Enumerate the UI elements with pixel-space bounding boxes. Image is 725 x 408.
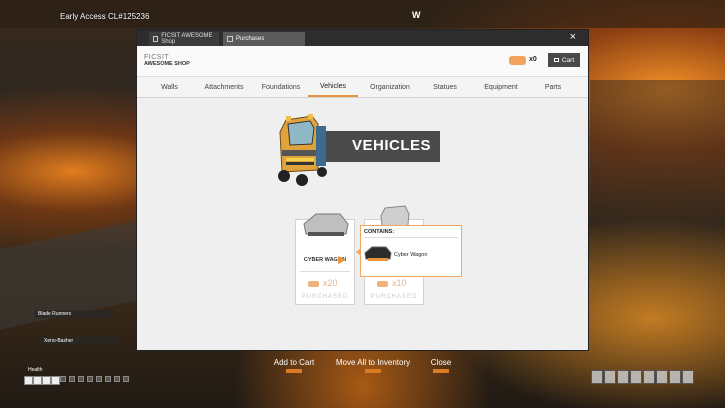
window-titlebar: FICSIT AWESOME Shop Purchases ×: [137, 30, 588, 46]
add-to-cart-label: Add to Cart: [273, 358, 315, 367]
build-version-label: Early Access CL#125236: [60, 12, 150, 21]
health-segment: [24, 376, 33, 385]
cyber-wagon-icon: [364, 246, 392, 261]
health-segment: [87, 376, 93, 382]
tab-awesome-shop-label: FICSIT AWESOME Shop: [161, 33, 213, 45]
category-walls[interactable]: Walls: [147, 77, 192, 97]
arrow-right-icon: [338, 256, 346, 264]
health-segment: [123, 376, 129, 382]
teammate-name-2: Xeno-Basher: [40, 337, 120, 345]
health-segment: [96, 376, 102, 382]
key-hint-icon: [286, 369, 302, 373]
coupon-icon: [509, 56, 526, 65]
health-segment: [51, 376, 60, 385]
category-foundations[interactable]: Foundations: [256, 77, 306, 97]
tab-purchases[interactable]: Purchases: [223, 32, 305, 46]
contains-tooltip: CONTAINS: Cyber Wagon: [356, 225, 462, 277]
hotbar-slot[interactable]: [656, 370, 668, 384]
key-hint-icon: [433, 369, 449, 373]
ficsit-logo: FICSIT AWESOME SHOP: [144, 54, 190, 68]
hotbar-slot[interactable]: [682, 370, 694, 384]
player-hud: Blade Runners Xeno-Basher Health: [6, 310, 136, 400]
coupon-count: x0: [529, 56, 537, 63]
category-statues[interactable]: Statues: [423, 77, 467, 97]
health-segment: [114, 376, 120, 382]
tab-purchases-label: Purchases: [236, 36, 265, 42]
add-to-cart-button[interactable]: Add to Cart: [266, 358, 322, 373]
category-parts[interactable]: Parts: [533, 77, 573, 97]
category-equipment[interactable]: Equipment: [476, 77, 526, 97]
hotbar: [589, 358, 705, 398]
category-organization[interactable]: Organization: [365, 77, 415, 97]
card-status: PURCHASED: [370, 294, 418, 300]
health-segment: [69, 376, 75, 382]
shop-content: VEHICLES CYBER WAGON x20 PURCHASED x10 P…: [137, 98, 588, 350]
category-attachments[interactable]: Attachments: [199, 77, 249, 97]
compass-heading: W: [412, 10, 421, 20]
coupon-icon: [377, 281, 388, 287]
key-hint-icon: [365, 369, 381, 373]
move-all-to-inventory-button[interactable]: Move All to Inventory: [332, 358, 414, 373]
tooltip-divider: [364, 237, 458, 238]
shop-header: FICSIT AWESOME SHOP x0 Cart: [137, 46, 588, 77]
hotbar-slot[interactable]: [643, 370, 655, 384]
cart-icon: [553, 58, 559, 62]
health-segment: [33, 376, 42, 385]
cyber-wagon-thumbnail: [303, 213, 349, 236]
health-segment: [42, 376, 51, 385]
logo-line2: AWESOME SHOP: [144, 61, 190, 67]
awesome-shop-window: FICSIT AWESOME Shop Purchases × FICSIT A…: [137, 30, 588, 350]
teammate-name-1: Blade Runners: [34, 310, 114, 318]
category-vehicles[interactable]: Vehicles: [308, 77, 358, 97]
hotbar-slot[interactable]: [617, 370, 629, 384]
card-divider: [300, 271, 350, 272]
hero-title: VEHICLES: [352, 137, 432, 154]
health-segment: [60, 376, 66, 382]
tooltip-pointer: [356, 248, 361, 256]
hero-vehicle-image: [278, 114, 327, 186]
shop-tab-icon: [153, 36, 159, 42]
coupon-icon: [308, 281, 319, 287]
tooltip-header: CONTAINS:: [364, 229, 395, 235]
hotbar-slot[interactable]: [630, 370, 642, 384]
move-all-label: Move All to Inventory: [335, 358, 411, 367]
hotbar-slot[interactable]: [669, 370, 681, 384]
purchases-tab-icon: [227, 36, 233, 42]
hotbar-slot[interactable]: [604, 370, 616, 384]
card-price: x10: [392, 278, 407, 288]
logo-line1: FICSIT: [144, 54, 170, 61]
health-segment: [78, 376, 84, 382]
health-segment: [105, 376, 111, 382]
category-tabs: Walls Attachments Foundations Vehicles O…: [137, 77, 588, 98]
cart-label: Cart: [561, 56, 575, 64]
tooltip-item: Cyber Wagon: [394, 252, 428, 258]
hotbar-slot[interactable]: [591, 370, 603, 384]
card-status: PURCHASED: [301, 294, 349, 300]
tab-awesome-shop[interactable]: FICSIT AWESOME Shop: [149, 32, 219, 46]
background-machinery: [590, 80, 725, 220]
cart-button[interactable]: Cart: [548, 53, 580, 67]
close-label: Close: [430, 358, 452, 367]
close-icon[interactable]: ×: [570, 31, 576, 43]
card-price: x20: [323, 278, 338, 288]
close-button[interactable]: Close: [428, 358, 454, 373]
health-label: Health: [28, 367, 43, 373]
